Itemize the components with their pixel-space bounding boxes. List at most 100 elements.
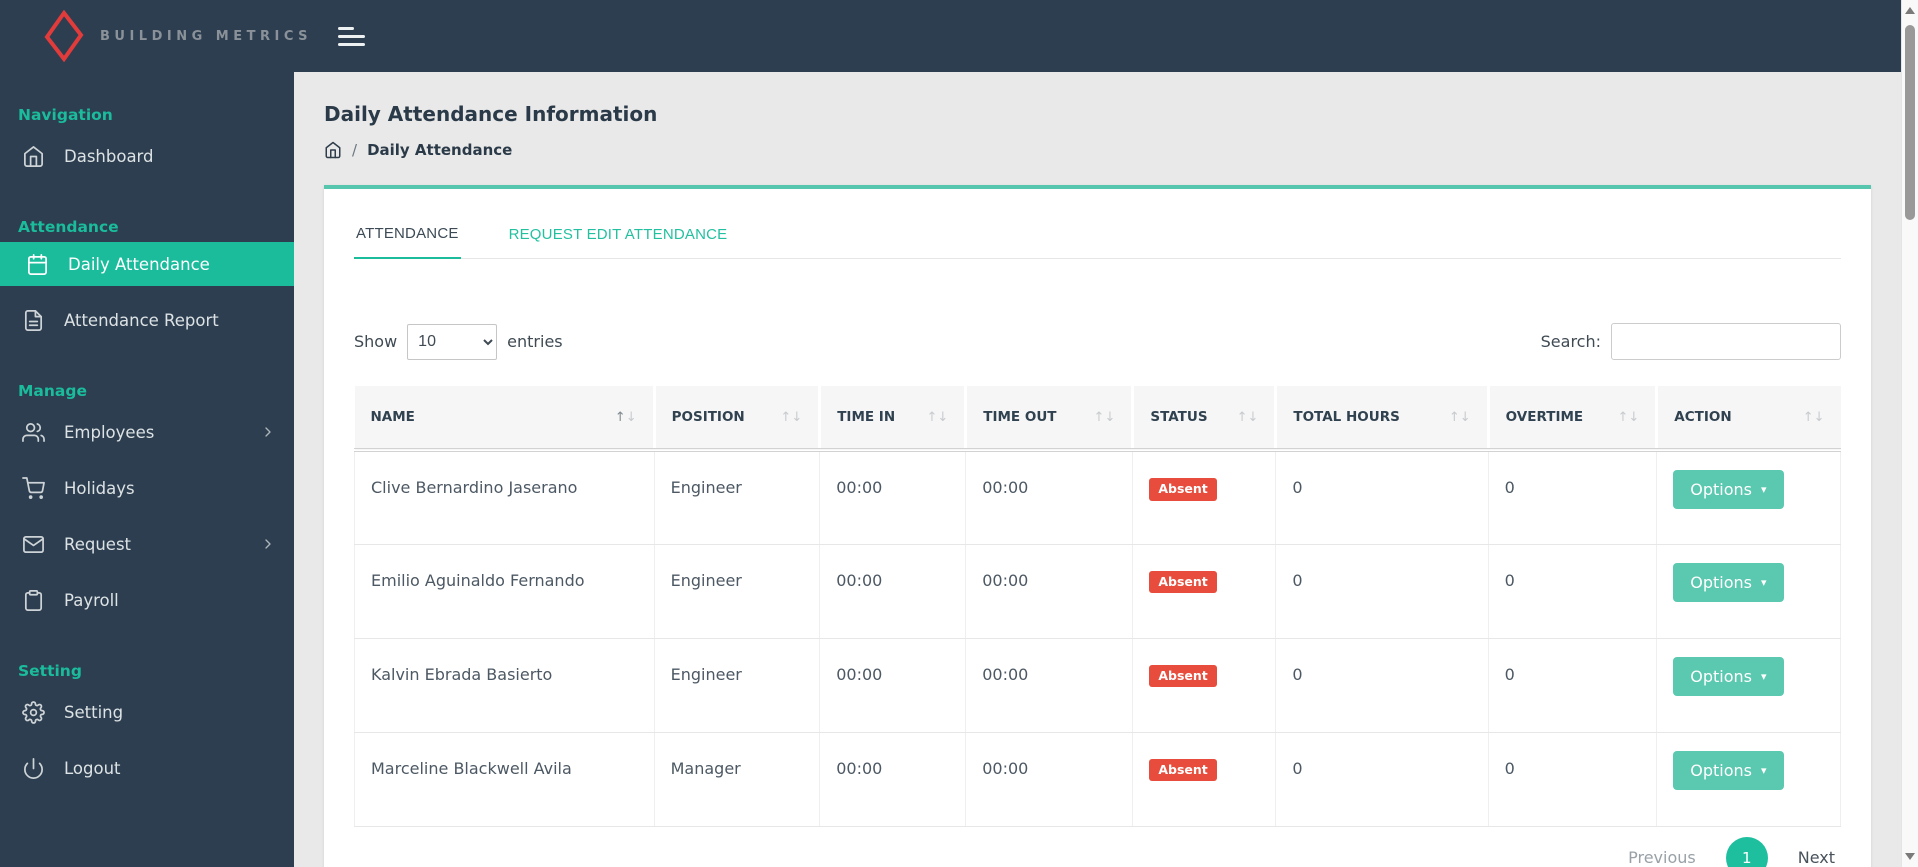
- calendar-icon: [26, 252, 50, 276]
- cell-time-out: 00:00: [965, 450, 1134, 545]
- cell-status: Absent: [1132, 450, 1277, 545]
- sidebar-item-holidays[interactable]: Holidays: [0, 460, 294, 516]
- column-header-action[interactable]: ACTION ↑↓: [1656, 386, 1841, 452]
- cell-time-out: 00:00: [965, 638, 1134, 733]
- cell-overtime: 0: [1488, 732, 1658, 827]
- sidebar-item-label: Request: [64, 534, 132, 554]
- cell-position: Engineer: [654, 544, 821, 639]
- cell-total-hours: 0: [1275, 638, 1489, 733]
- show-entries-control: Show 10 entries: [354, 323, 563, 360]
- sidebar-item-setting[interactable]: Setting: [0, 684, 294, 740]
- column-header-time-out[interactable]: TIME OUT ↑↓: [965, 386, 1135, 452]
- options-button[interactable]: Options ▾: [1673, 656, 1784, 696]
- column-header-total-hours[interactable]: TOTAL HOURS ↑↓: [1275, 386, 1490, 452]
- scroll-up-arrow-icon[interactable]: [1905, 7, 1915, 14]
- sort-icon: ↑↓: [1093, 409, 1116, 425]
- cell-name: Marceline Blackwell Avila: [354, 732, 655, 827]
- search-label: Search:: [1540, 332, 1601, 351]
- sidebar-section-navigation: Navigation Dashboard: [0, 106, 294, 184]
- cell-time-in: 00:00: [819, 544, 967, 639]
- sidebar-item-label: Daily Attendance: [68, 254, 210, 274]
- sort-icon: ↑↓: [614, 409, 637, 425]
- attendance-table: NAME ↑↓ POSITION ↑↓ TIME IN ↑↓ TIME OUT ↑↓ S…: [354, 386, 1841, 827]
- cell-action: Options ▾: [1656, 544, 1841, 639]
- caret-down-icon: ▾: [1761, 763, 1767, 777]
- options-button[interactable]: Options ▾: [1673, 750, 1784, 790]
- sidebar-item-request[interactable]: Request: [0, 516, 294, 572]
- show-label: Show: [354, 332, 398, 351]
- entries-label: entries: [507, 332, 563, 351]
- sidebar-toggle-hamburger-icon[interactable]: [334, 18, 369, 55]
- column-header-name[interactable]: NAME ↑↓: [354, 386, 656, 452]
- sidebar-item-payroll[interactable]: Payroll: [0, 572, 294, 628]
- options-button[interactable]: Options ▾: [1673, 562, 1784, 602]
- cell-time-in: 00:00: [819, 450, 967, 545]
- column-header-status[interactable]: STATUS ↑↓: [1132, 386, 1278, 452]
- shopping-cart-icon: [22, 476, 46, 500]
- breadcrumb-home-icon[interactable]: [324, 141, 342, 159]
- cell-position: Engineer: [654, 638, 821, 733]
- sidebar-item-label: Holidays: [64, 478, 135, 498]
- column-header-overtime[interactable]: OVERTIME ↑↓: [1488, 386, 1659, 452]
- section-header-attendance: Attendance: [18, 218, 119, 236]
- cell-overtime: 0: [1488, 638, 1658, 733]
- chevron-right-icon: [260, 424, 276, 440]
- table-controls: Show 10 entries Search:: [354, 323, 1841, 360]
- sort-icon: ↑↓: [1617, 409, 1640, 425]
- sort-icon: ↑↓: [1448, 409, 1471, 425]
- pagination-next[interactable]: Next: [1798, 848, 1835, 867]
- entries-select[interactable]: 10: [407, 323, 498, 360]
- sidebar-item-label: Logout: [64, 758, 121, 778]
- status-badge: Absent: [1149, 570, 1217, 593]
- sidebar-item-logout[interactable]: Logout: [0, 740, 294, 796]
- mail-icon: [22, 532, 46, 556]
- sort-icon: ↑↓: [1802, 409, 1825, 425]
- cell-overtime: 0: [1488, 450, 1658, 545]
- scrollbar-thumb[interactable]: [1905, 25, 1915, 220]
- cell-time-in: 00:00: [819, 732, 967, 827]
- pagination-previous[interactable]: Previous: [1628, 848, 1696, 867]
- cell-time-in: 00:00: [819, 638, 967, 733]
- scroll-down-arrow-icon[interactable]: [1905, 853, 1915, 860]
- cell-total-hours: 0: [1275, 450, 1489, 545]
- table-row: Clive Bernardino Jaserano Engineer 00:00…: [354, 450, 1841, 545]
- cell-status: Absent: [1132, 638, 1277, 733]
- sidebar-item-dashboard[interactable]: Dashboard: [0, 128, 294, 184]
- column-header-time-in[interactable]: TIME IN ↑↓: [819, 386, 968, 452]
- sidebar-section-setting: Setting Setting Logout: [0, 662, 294, 796]
- cell-action: Options ▾: [1656, 450, 1841, 545]
- file-text-icon: [22, 308, 46, 332]
- section-header-manage: Manage: [18, 382, 87, 400]
- sidebar-item-attendance-report[interactable]: Attendance Report: [0, 292, 294, 348]
- options-button[interactable]: Options ▾: [1673, 470, 1784, 509]
- tab-attendance[interactable]: ATTENDANCE: [354, 213, 461, 259]
- sidebar-item-label: Employees: [64, 422, 155, 442]
- sort-icon: ↑↓: [926, 409, 949, 425]
- caret-down-icon: ▾: [1761, 575, 1767, 589]
- cell-status: Absent: [1132, 544, 1277, 639]
- column-header-position[interactable]: POSITION ↑↓: [654, 386, 822, 452]
- sidebar-item-employees[interactable]: Employees: [0, 404, 294, 460]
- cell-total-hours: 0: [1275, 732, 1489, 827]
- cell-action: Options ▾: [1656, 638, 1841, 733]
- tab-request-edit-attendance[interactable]: REQUEST EDIT ATTENDANCE: [507, 213, 730, 258]
- table-row: Emilio Aguinaldo Fernando Engineer 00:00…: [354, 544, 1841, 639]
- section-header-navigation: Navigation: [18, 106, 113, 124]
- sidebar-section-attendance: Attendance Daily Attendance Attendance R…: [0, 218, 294, 348]
- cell-name: Clive Bernardino Jaserano: [354, 450, 655, 545]
- search-input[interactable]: [1611, 323, 1841, 360]
- status-badge: Absent: [1149, 478, 1217, 501]
- sidebar-section-manage: Manage Employees Holidays Request Payrol…: [0, 382, 294, 628]
- sort-icon: ↑↓: [780, 409, 803, 425]
- clipboard-icon: [22, 588, 46, 612]
- pagination-page-1[interactable]: 1: [1725, 836, 1768, 867]
- brand-diamond-logo-icon: [44, 10, 84, 62]
- chevron-right-icon: [260, 536, 276, 552]
- cell-overtime: 0: [1488, 544, 1658, 639]
- cell-status: Absent: [1132, 732, 1277, 827]
- sidebar-item-daily-attendance[interactable]: Daily Attendance: [0, 242, 294, 286]
- users-icon: [22, 420, 46, 444]
- scrollbar-track[interactable]: [1901, 0, 1918, 867]
- sidebar-item-label: Payroll: [64, 590, 119, 610]
- attendance-card: ATTENDANCE REQUEST EDIT ATTENDANCE Show …: [324, 185, 1871, 867]
